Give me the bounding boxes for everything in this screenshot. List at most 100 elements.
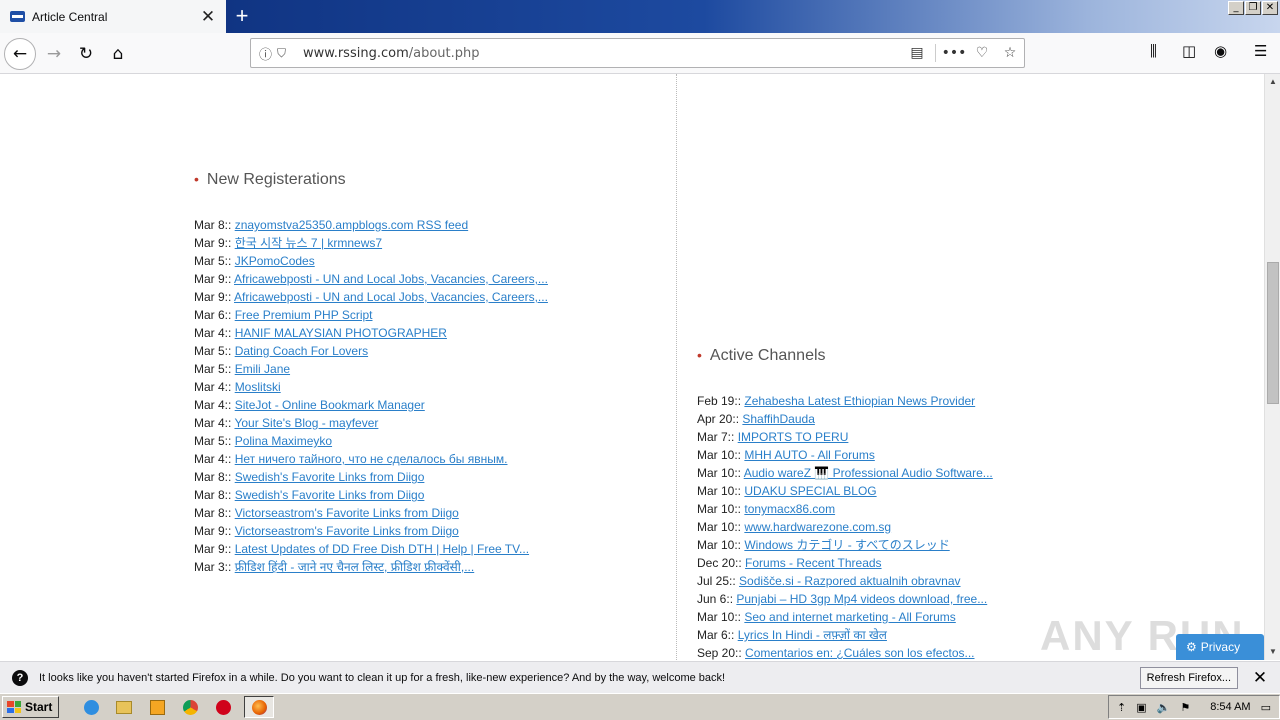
- page-actions-icon[interactable]: •••: [940, 45, 968, 61]
- item-link[interactable]: Free Premium PHP Script: [235, 308, 373, 322]
- item-date: Mar 10::: [697, 484, 742, 498]
- item-link[interactable]: 한국 시작 뉴스 7 | krmnews7: [235, 236, 382, 250]
- start-button[interactable]: Start: [2, 696, 60, 718]
- scroll-down-icon[interactable]: ▼: [1265, 644, 1280, 660]
- info-icon[interactable]: ⓘ: [259, 44, 277, 63]
- list-item: Mar 5:: Emili Jane: [194, 360, 548, 378]
- minimize-button[interactable]: _: [1228, 1, 1244, 15]
- url-input[interactable]: www.rssing.com/about.php: [295, 46, 903, 61]
- item-date: Mar 9::: [194, 272, 232, 286]
- restore-button[interactable]: ❐: [1245, 1, 1261, 15]
- item-link[interactable]: Windows カテゴリ - すべてのスレッド: [744, 538, 949, 552]
- item-date: Mar 4::: [194, 452, 232, 466]
- item-link[interactable]: Moslitski: [235, 380, 281, 394]
- item-link[interactable]: Africawebposti - UN and Local Jobs, Vaca…: [234, 290, 548, 304]
- item-link[interactable]: HANIF MALAYSIAN PHOTOGRAPHER: [235, 326, 447, 340]
- item-link[interactable]: Dating Coach For Lovers: [235, 344, 368, 358]
- url-path: /about.php: [408, 45, 480, 61]
- item-link[interactable]: znayomstva25350.ampblogs.com RSS feed: [235, 218, 468, 232]
- item-link[interactable]: Seo and internet marketing - All Forums: [744, 610, 955, 624]
- close-window-button[interactable]: ✕: [1262, 1, 1278, 15]
- tray-arrow-icon[interactable]: ⇡: [1117, 701, 1126, 714]
- show-desktop-icon[interactable]: ▭: [1261, 701, 1271, 714]
- window-controls: _ ❐ ✕: [1228, 1, 1278, 15]
- item-link[interactable]: JKPomoCodes: [235, 254, 315, 268]
- item-link[interactable]: ShaffihDauda: [742, 412, 815, 426]
- vertical-scrollbar[interactable]: ▲ ▼: [1264, 74, 1280, 660]
- item-link[interactable]: Polina Maximeyko: [235, 434, 332, 448]
- ie-taskbar-icon[interactable]: [79, 696, 103, 718]
- tab-close-icon[interactable]: ✕: [196, 7, 220, 27]
- item-link[interactable]: Audio wareZ 🎹 Professional Audio Softwar…: [744, 466, 993, 480]
- item-link[interactable]: tonymacx86.com: [744, 502, 835, 516]
- home-button[interactable]: ⌂: [102, 38, 134, 70]
- library-icon[interactable]: ⫼: [1150, 42, 1157, 60]
- item-date: Mar 4::: [194, 380, 232, 394]
- item-link[interactable]: Forums - Recent Threads: [745, 556, 882, 570]
- item-link[interactable]: SiteJot - Online Bookmark Manager: [235, 398, 425, 412]
- item-link[interactable]: Latest Updates of DD Free Dish DTH | Hel…: [235, 542, 529, 556]
- refresh-firefox-button[interactable]: Refresh Firefox...: [1139, 666, 1238, 689]
- sidebar-icon[interactable]: ◫: [1182, 42, 1196, 60]
- back-button[interactable]: ←: [4, 38, 36, 70]
- opera-taskbar-icon[interactable]: [211, 696, 235, 718]
- list-item: Mar 6:: Lyrics In Hindi - लफ़्ज़ों का खे…: [697, 626, 993, 644]
- reload-button[interactable]: ↻: [70, 38, 102, 70]
- item-link[interactable]: Victorseastrom's Favorite Links from Dii…: [235, 524, 459, 538]
- explorer-taskbar-icon[interactable]: [112, 696, 136, 718]
- url-bar[interactable]: ⓘ ⛉ www.rssing.com/about.php ▤ ••• ♡ ☆: [250, 38, 1025, 68]
- active-channels-list: Feb 19:: Zehabesha Latest Ethiopian News…: [697, 392, 993, 660]
- scroll-thumb[interactable]: [1267, 262, 1279, 404]
- item-link[interactable]: IMPORTS TO PERU: [738, 430, 849, 444]
- firefox-taskbar-icon[interactable]: [244, 696, 275, 718]
- home-icon: ⌂: [112, 44, 124, 64]
- item-link[interactable]: Victorseastrom's Favorite Links from Dii…: [235, 506, 459, 520]
- forward-button[interactable]: →: [38, 38, 70, 70]
- item-link[interactable]: Comentarios en: ¿Cuáles son los efectos.…: [745, 646, 974, 660]
- item-link[interactable]: Africawebposti - UN and Local Jobs, Vaca…: [234, 272, 548, 286]
- notification-close-icon[interactable]: ✕: [1250, 668, 1270, 688]
- shield-icon[interactable]: ⛉: [277, 46, 295, 61]
- item-link[interactable]: फ्रीडिश हिंदी - जाने नए चैनल लिस्ट, फ्री…: [235, 560, 475, 574]
- volume-icon[interactable]: 🔈: [1157, 701, 1171, 714]
- browser-tab[interactable]: Article Central ✕: [0, 0, 226, 33]
- item-link[interactable]: MHH AUTO - All Forums: [744, 448, 874, 462]
- item-date: Apr 20::: [697, 412, 740, 426]
- flag-icon[interactable]: ⚑: [1180, 701, 1190, 714]
- item-link[interactable]: Emili Jane: [235, 362, 290, 376]
- item-link[interactable]: Punjabi – HD 3gp Mp4 videos download, fr…: [736, 592, 987, 606]
- account-icon[interactable]: ◉: [1214, 42, 1227, 60]
- item-link[interactable]: Lyrics In Hindi - लफ़्ज़ों का खेल: [738, 628, 887, 642]
- item-link[interactable]: www.hardwarezone.com.sg: [744, 520, 891, 534]
- item-link[interactable]: Swedish's Favorite Links from Diigo: [235, 470, 425, 484]
- scroll-up-icon[interactable]: ▲: [1265, 74, 1280, 90]
- firefox-icon: [251, 699, 267, 715]
- list-item: Mar 10:: www.hardwarezone.com.sg: [697, 518, 993, 536]
- item-link[interactable]: Sodišče.si - Razpored aktualnih obravnav: [739, 574, 960, 588]
- notification-bar: ? It looks like you haven't started Fire…: [0, 661, 1280, 693]
- chrome-icon: [182, 699, 198, 715]
- item-date: Mar 10::: [697, 448, 742, 462]
- list-item: Mar 5:: Dating Coach For Lovers: [194, 342, 548, 360]
- network-icon[interactable]: ▣: [1136, 701, 1146, 714]
- menu-icon[interactable]: ☰: [1254, 42, 1267, 60]
- url-separator: [935, 44, 936, 62]
- item-link[interactable]: Zehabesha Latest Ethiopian News Provider: [744, 394, 975, 408]
- item-link[interactable]: Нет ничего тайного, что не сделалось бы …: [235, 452, 508, 466]
- item-link[interactable]: Swedish's Favorite Links from Diigo: [235, 488, 425, 502]
- column-divider: [676, 74, 677, 660]
- list-item: Feb 19:: Zehabesha Latest Ethiopian News…: [697, 392, 993, 410]
- item-link[interactable]: UDAKU SPECIAL BLOG: [744, 484, 876, 498]
- privacy-button[interactable]: ⚙ Privacy: [1176, 634, 1264, 660]
- new-tab-button[interactable]: +: [228, 2, 256, 30]
- list-item: Mar 10:: Seo and internet marketing - Al…: [697, 608, 993, 626]
- item-link[interactable]: Your Site's Blog - mayfever: [234, 416, 378, 430]
- chrome-taskbar-icon[interactable]: [178, 696, 202, 718]
- pocket-icon[interactable]: ♡: [968, 45, 996, 61]
- bookmark-star-icon[interactable]: ☆: [996, 45, 1024, 61]
- privacy-label: Privacy: [1200, 640, 1241, 654]
- list-item: Mar 5:: JKPomoCodes: [194, 252, 548, 270]
- media-player-taskbar-icon[interactable]: [145, 696, 169, 718]
- reader-view-icon[interactable]: ▤: [903, 45, 931, 61]
- list-item: Mar 8:: Swedish's Favorite Links from Di…: [194, 486, 548, 504]
